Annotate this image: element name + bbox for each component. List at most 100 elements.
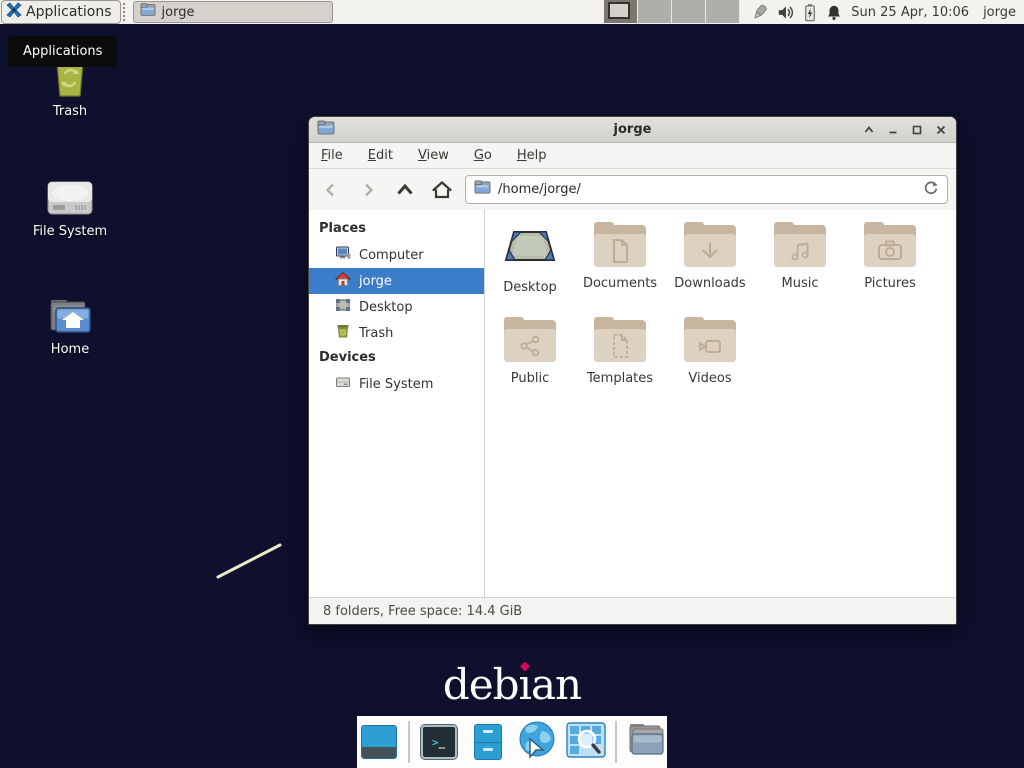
workspace-3[interactable] bbox=[672, 0, 706, 23]
back-button[interactable] bbox=[317, 176, 344, 203]
terminal-icon: >_ bbox=[421, 725, 457, 759]
folder-templates-icon bbox=[593, 320, 647, 364]
file-label: Public bbox=[511, 371, 549, 386]
workspace-window-preview bbox=[608, 2, 630, 19]
file-label: Templates bbox=[587, 371, 653, 386]
desktop-icon-home[interactable]: Home bbox=[15, 292, 125, 357]
panel-handle[interactable] bbox=[123, 3, 130, 21]
workspace-1[interactable] bbox=[604, 0, 638, 23]
menu-edit[interactable]: Edit bbox=[368, 148, 393, 163]
hard-drive-icon bbox=[15, 174, 125, 218]
location-bar[interactable]: /home/jorge/ bbox=[465, 175, 948, 204]
desktop-pad-icon bbox=[502, 225, 558, 273]
workspace-4[interactable] bbox=[706, 0, 740, 23]
close-button[interactable] bbox=[934, 123, 948, 137]
sidebar-item-trash[interactable]: Trash bbox=[309, 320, 484, 346]
folder-launcher[interactable] bbox=[626, 722, 666, 762]
menu-file[interactable]: File bbox=[321, 148, 343, 163]
file-manager-launcher[interactable] bbox=[468, 722, 508, 762]
file-grid: Desktop Documents bbox=[485, 220, 935, 410]
window-body: Places Computer bbox=[309, 210, 956, 597]
panel-user-menu[interactable]: jorge bbox=[983, 5, 1016, 20]
menu-help[interactable]: Help bbox=[517, 148, 547, 163]
sidebar-item-label: jorge bbox=[359, 274, 392, 289]
sidebar-item-jorge[interactable]: jorge bbox=[309, 268, 484, 294]
dock-separator bbox=[615, 721, 617, 763]
drive-icon bbox=[335, 374, 351, 394]
file-manager-window: jorge File Edit View Go Help bbox=[308, 116, 957, 625]
window-titlebar[interactable]: jorge bbox=[309, 117, 956, 143]
file-label: Desktop bbox=[503, 280, 557, 295]
sidebar-item-label: Trash bbox=[359, 326, 393, 341]
app-finder-launcher[interactable] bbox=[566, 722, 606, 762]
file-folder-templates[interactable]: Templates bbox=[577, 315, 663, 410]
desktop-icon-label: File System bbox=[15, 224, 125, 239]
path-text[interactable]: /home/jorge/ bbox=[498, 182, 916, 197]
workspace-2[interactable] bbox=[638, 0, 672, 23]
sidebar-item-desktop[interactable]: Desktop bbox=[309, 294, 484, 320]
minimize-button[interactable] bbox=[886, 123, 900, 137]
globe-browser-icon bbox=[516, 719, 558, 765]
window-controls bbox=[862, 123, 948, 137]
logo-text: deb bbox=[443, 660, 519, 709]
sidebar-item-label: Desktop bbox=[359, 300, 413, 315]
taskbar-window-button[interactable]: jorge bbox=[133, 1, 333, 23]
window-title: jorge bbox=[309, 122, 956, 137]
forward-button[interactable] bbox=[354, 176, 381, 203]
bottom-dock: >_ bbox=[357, 716, 667, 768]
file-folder-music[interactable]: Music bbox=[757, 220, 843, 315]
file-view[interactable]: Desktop Documents bbox=[485, 210, 956, 597]
terminal-launcher[interactable]: >_ bbox=[419, 722, 459, 762]
desktop-icon-file-system[interactable]: File System bbox=[15, 174, 125, 239]
folder-documents-icon bbox=[593, 225, 647, 269]
gray-folder-icon bbox=[626, 721, 666, 763]
file-folder-downloads[interactable]: Downloads bbox=[667, 220, 753, 315]
taskbar-window-label: jorge bbox=[162, 5, 195, 20]
applications-menu-label: Applications bbox=[26, 4, 112, 20]
folder-public-icon bbox=[503, 320, 557, 364]
app-finder-icon bbox=[566, 722, 606, 762]
file-folder-desktop[interactable]: Desktop bbox=[487, 220, 573, 315]
top-panel: Applications jorge bbox=[0, 0, 1024, 26]
panel-clock[interactable]: Sun 25 Apr, 10:06 bbox=[851, 5, 969, 20]
show-desktop-button[interactable] bbox=[359, 722, 399, 762]
stylus-input-icon[interactable] bbox=[750, 3, 769, 22]
notification-bell-icon[interactable] bbox=[825, 3, 843, 22]
sidebar: Places Computer bbox=[309, 210, 485, 597]
computer-icon bbox=[335, 245, 351, 265]
sidebar-item-computer[interactable]: Computer bbox=[309, 242, 484, 268]
home-button[interactable] bbox=[428, 176, 455, 203]
menu-go[interactable]: Go bbox=[474, 148, 492, 163]
battery-icon[interactable] bbox=[802, 3, 818, 22]
up-button[interactable] bbox=[391, 176, 418, 203]
reload-icon[interactable] bbox=[923, 180, 939, 200]
toolbar: /home/jorge/ bbox=[309, 169, 956, 210]
system-tray bbox=[750, 3, 843, 22]
logo-text: an bbox=[531, 660, 581, 709]
menubar: File Edit View Go Help bbox=[309, 143, 956, 169]
sidebar-item-file-system[interactable]: File System bbox=[309, 371, 484, 397]
desktop-place-icon bbox=[335, 297, 351, 317]
file-folder-pictures[interactable]: Pictures bbox=[847, 220, 933, 315]
folder-videos-icon bbox=[683, 320, 737, 364]
file-folder-public[interactable]: Public bbox=[487, 315, 573, 410]
trash-small-icon bbox=[335, 323, 351, 343]
shade-button[interactable] bbox=[862, 123, 876, 137]
folder-pictures-icon bbox=[863, 225, 917, 269]
file-folder-videos[interactable]: Videos bbox=[667, 315, 753, 410]
maximize-button[interactable] bbox=[910, 123, 924, 137]
menu-view[interactable]: View bbox=[418, 148, 449, 163]
folder-music-icon bbox=[773, 225, 827, 269]
logo-i: ı bbox=[519, 660, 531, 709]
web-browser-launcher[interactable] bbox=[517, 722, 557, 762]
sidebar-header-places: Places bbox=[309, 217, 484, 242]
volume-icon[interactable] bbox=[776, 3, 795, 22]
workspace-switcher[interactable] bbox=[604, 0, 740, 25]
sidebar-header-devices: Devices bbox=[309, 346, 484, 371]
file-folder-documents[interactable]: Documents bbox=[577, 220, 663, 315]
file-label: Documents bbox=[583, 276, 657, 291]
applications-menu-button[interactable]: Applications bbox=[1, 0, 121, 24]
xfce-menu-icon bbox=[6, 2, 22, 22]
home-folder-icon bbox=[15, 292, 125, 336]
desktop-icon-label: Home bbox=[15, 342, 125, 357]
